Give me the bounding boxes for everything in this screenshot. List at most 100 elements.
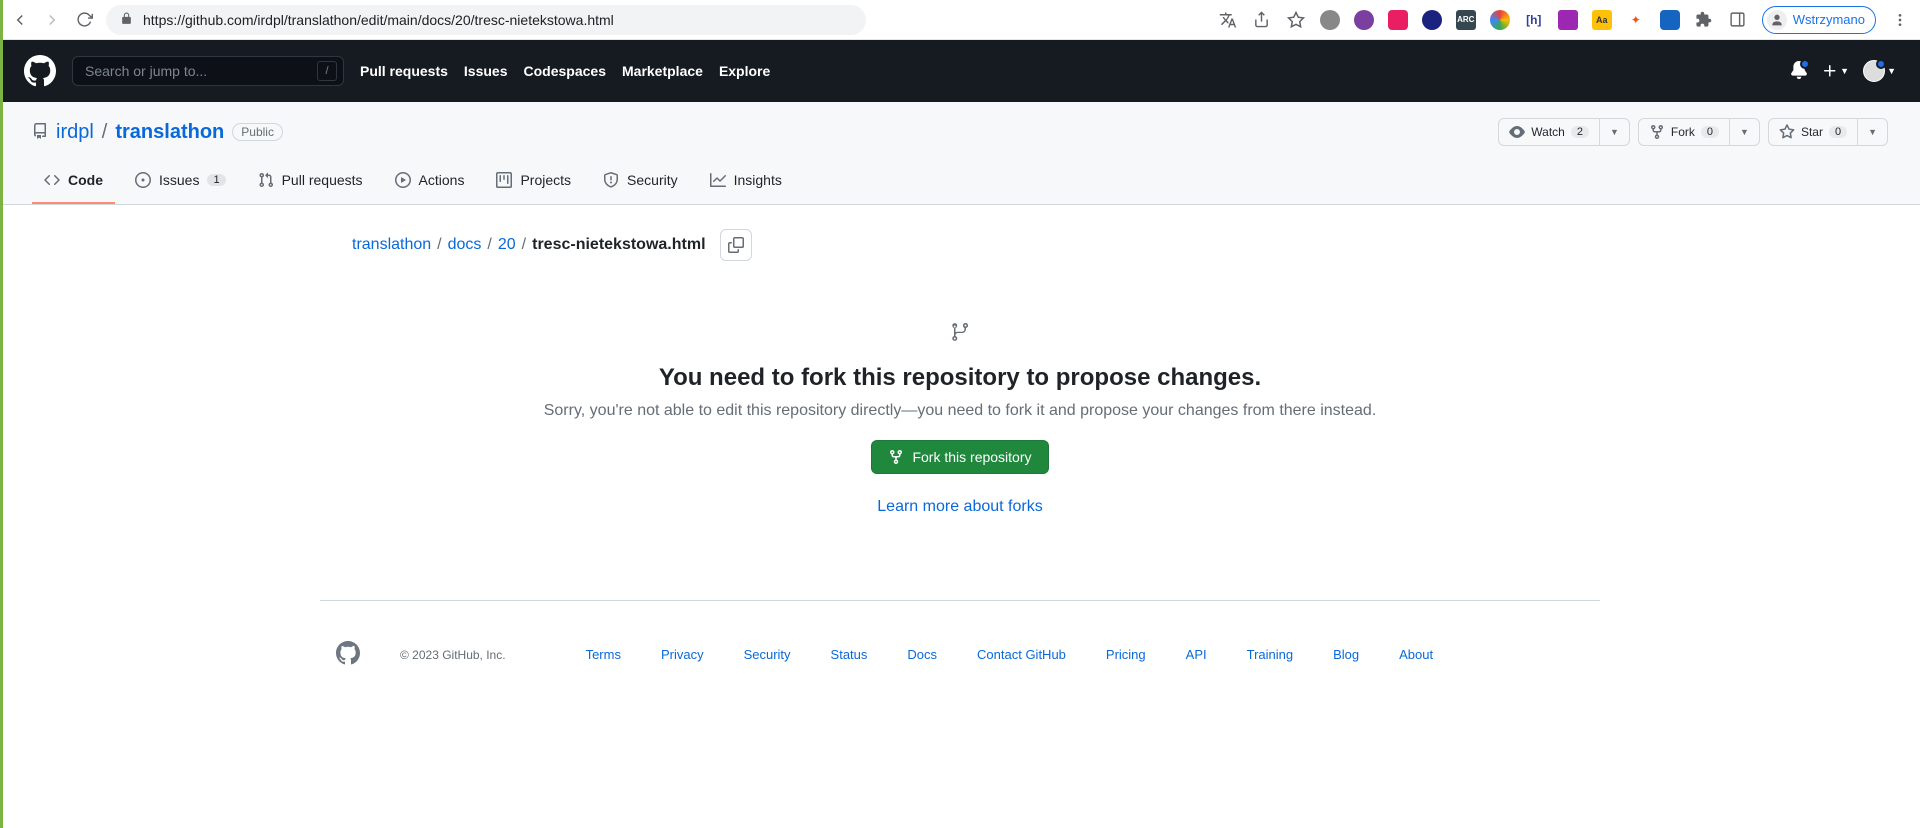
nav-issues[interactable]: Issues — [464, 63, 508, 79]
browser-chrome: https://github.com/irdpl/translathon/edi… — [0, 0, 1920, 40]
repo-header: irdpl / translathon Public Watch 2 ▼ For… — [0, 102, 1920, 205]
extension-icon[interactable] — [1388, 10, 1408, 30]
browser-reload-button[interactable] — [74, 10, 94, 30]
repo-owner-link[interactable]: irdpl — [56, 121, 94, 144]
extension-icon[interactable] — [1320, 10, 1340, 30]
browser-profile-button[interactable]: Wstrzymano — [1762, 6, 1876, 34]
footer-privacy[interactable]: Privacy — [661, 647, 704, 662]
repo-name-link[interactable]: translathon — [115, 121, 224, 144]
visibility-badge: Public — [232, 123, 283, 141]
profile-avatar-icon — [1767, 10, 1787, 30]
footer-terms[interactable]: Terms — [586, 647, 621, 662]
footer-pricing[interactable]: Pricing — [1106, 647, 1146, 662]
repo-icon — [32, 123, 48, 142]
nav-marketplace[interactable]: Marketplace — [622, 63, 703, 79]
watch-count: 2 — [1571, 126, 1589, 138]
tab-label: Insights — [734, 172, 782, 188]
fork-button[interactable]: Fork 0 — [1638, 118, 1730, 146]
breadcrumb-separator: / — [522, 236, 526, 254]
search-placeholder: Search or jump to... — [85, 63, 207, 79]
footer-links: Terms Privacy Security Status Docs Conta… — [586, 647, 1434, 662]
search-slash-hint: / — [317, 61, 337, 81]
tab-security[interactable]: Security — [591, 164, 690, 204]
create-new-button[interactable]: ▼ — [1822, 63, 1849, 79]
footer-blog[interactable]: Blog — [1333, 647, 1359, 662]
breadcrumb-separator: / — [437, 236, 441, 254]
extension-icon[interactable] — [1660, 10, 1680, 30]
side-panel-icon[interactable] — [1728, 10, 1748, 30]
tab-actions[interactable]: Actions — [383, 164, 477, 204]
watch-button[interactable]: Watch 2 — [1498, 118, 1600, 146]
breadcrumb-current: tresc-nietekstowa.html — [532, 236, 705, 254]
breadcrumb-root[interactable]: translathon — [352, 236, 431, 254]
tab-insights[interactable]: Insights — [698, 164, 794, 204]
footer-api[interactable]: API — [1186, 647, 1207, 662]
learn-more-link[interactable]: Learn more about forks — [352, 498, 1568, 516]
nav-explore[interactable]: Explore — [719, 63, 770, 79]
breadcrumb-part[interactable]: docs — [448, 236, 482, 254]
footer-security[interactable]: Security — [744, 647, 791, 662]
star-button[interactable]: Star 0 — [1768, 118, 1858, 146]
profile-label: Wstrzymano — [1793, 12, 1865, 27]
fork-count: 0 — [1701, 126, 1719, 138]
breadcrumb-part[interactable]: 20 — [498, 236, 516, 254]
footer-contact[interactable]: Contact GitHub — [977, 647, 1066, 662]
footer-training[interactable]: Training — [1247, 647, 1293, 662]
tab-label: Code — [68, 172, 103, 188]
fork-button-label: Fork this repository — [912, 449, 1031, 465]
footer-about[interactable]: About — [1399, 647, 1433, 662]
bookmark-star-icon[interactable] — [1286, 10, 1306, 30]
github-logo[interactable] — [24, 55, 56, 87]
notice-title: You need to fork this repository to prop… — [352, 364, 1568, 392]
tab-issues[interactable]: Issues 1 — [123, 164, 238, 204]
window-edge — [0, 0, 3, 828]
extension-icon[interactable] — [1422, 10, 1442, 30]
copy-path-button[interactable] — [720, 229, 752, 261]
caret-down-icon: ▼ — [1887, 66, 1896, 76]
footer: © 2023 GitHub, Inc. Terms Privacy Securi… — [320, 600, 1600, 708]
notice-body: Sorry, you're not able to edit this repo… — [352, 402, 1568, 420]
extension-icon[interactable] — [1354, 10, 1374, 30]
translate-icon[interactable] — [1218, 10, 1238, 30]
user-menu-button[interactable]: ▼ — [1863, 60, 1896, 82]
extension-icon[interactable]: [h] — [1524, 10, 1544, 30]
tab-code[interactable]: Code — [32, 164, 115, 204]
tab-label: Security — [627, 172, 678, 188]
browser-back-button[interactable] — [10, 10, 30, 30]
extension-icon[interactable]: ARC — [1456, 10, 1476, 30]
footer-docs[interactable]: Docs — [907, 647, 937, 662]
star-dropdown[interactable]: ▼ — [1858, 118, 1888, 146]
extension-icon[interactable]: Aa — [1592, 10, 1612, 30]
repo-tabs: Code Issues 1 Pull requests Actions Proj… — [32, 164, 1888, 204]
notification-dot — [1800, 59, 1810, 69]
extension-icon[interactable] — [1490, 10, 1510, 30]
tab-pull-requests[interactable]: Pull requests — [246, 164, 375, 204]
share-icon[interactable] — [1252, 10, 1272, 30]
fork-dropdown[interactable]: ▼ — [1730, 118, 1760, 146]
extension-icon[interactable]: ✦ — [1626, 10, 1646, 30]
browser-menu-button[interactable] — [1890, 10, 1910, 30]
tab-label: Issues — [159, 172, 199, 188]
notifications-button[interactable] — [1790, 61, 1808, 82]
extension-icon[interactable] — [1558, 10, 1578, 30]
nav-pull-requests[interactable]: Pull requests — [360, 63, 448, 79]
fork-notice: You need to fork this repository to prop… — [352, 301, 1568, 576]
breadcrumb-separator: / — [487, 236, 491, 254]
tab-projects[interactable]: Projects — [484, 164, 583, 204]
copyright-text: © 2023 GitHub, Inc. — [400, 648, 506, 662]
browser-forward-button[interactable] — [42, 10, 62, 30]
tab-label: Projects — [520, 172, 571, 188]
nav-codespaces[interactable]: Codespaces — [524, 63, 606, 79]
fork-repository-button[interactable]: Fork this repository — [871, 440, 1048, 474]
tab-label: Actions — [419, 172, 465, 188]
user-avatar — [1863, 60, 1885, 82]
file-breadcrumb: translathon / docs / 20 / tresc-nietekst… — [352, 229, 1568, 261]
browser-url-bar[interactable]: https://github.com/irdpl/translathon/edi… — [106, 5, 866, 35]
git-branch-icon — [948, 321, 972, 348]
search-input[interactable]: Search or jump to... / — [72, 56, 344, 86]
watch-dropdown[interactable]: ▼ — [1600, 118, 1630, 146]
lock-icon — [120, 12, 133, 28]
extensions-puzzle-icon[interactable] — [1694, 10, 1714, 30]
github-mark-icon[interactable] — [336, 641, 360, 668]
footer-status[interactable]: Status — [831, 647, 868, 662]
